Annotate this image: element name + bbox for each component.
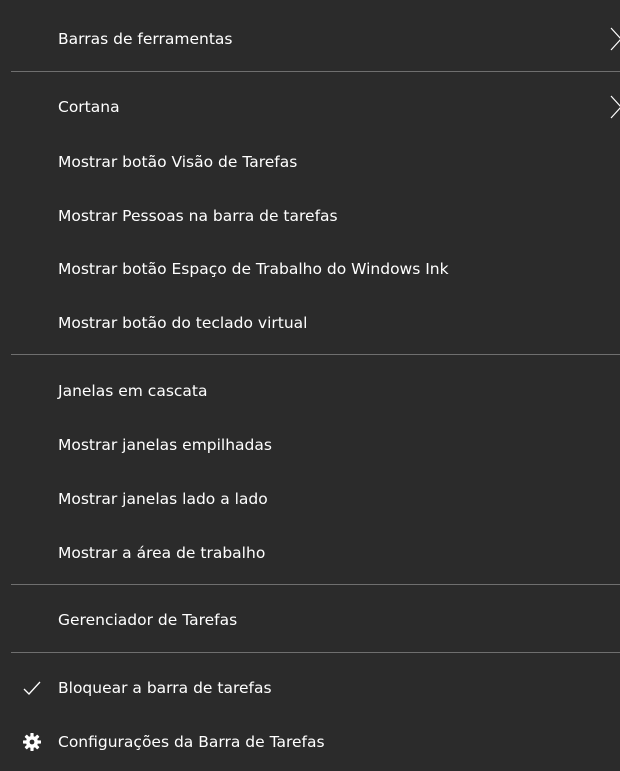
menu-item-label: Mostrar botão Espaço de Trabalho do Wind… [58, 260, 449, 278]
menu-item-cortana[interactable]: Cortana [0, 81, 620, 133]
menu-item-toolbars[interactable]: Barras de ferramentas [0, 13, 620, 65]
menu-item-label: Mostrar janelas lado a lado [58, 490, 268, 508]
menu-item-label: Configurações da Barra de Tarefas [58, 733, 325, 751]
menu-item-task-manager[interactable]: Gerenciador de Tarefas [0, 594, 620, 646]
menu-item-show-touch-keyboard-button[interactable]: Mostrar botão do teclado virtual [0, 297, 620, 349]
menu-item-label: Mostrar a área de trabalho [58, 544, 266, 562]
menu-item-label: Mostrar botão Visão de Tarefas [58, 153, 298, 171]
chevron-right-icon [610, 95, 620, 119]
menu-item-label: Mostrar botão do teclado virtual [58, 314, 308, 332]
menu-item-lock-taskbar[interactable]: Bloquear a barra de tarefas [0, 662, 620, 714]
menu-item-show-people[interactable]: Mostrar Pessoas na barra de tarefas [0, 190, 620, 242]
menu-item-show-stacked-windows[interactable]: Mostrar janelas empilhadas [0, 419, 620, 471]
menu-item-label: Mostrar janelas empilhadas [58, 436, 272, 454]
menu-item-label: Gerenciador de Tarefas [58, 611, 238, 629]
menu-item-label: Mostrar Pessoas na barra de tarefas [58, 207, 338, 225]
menu-item-label: Janelas em cascata [58, 382, 208, 400]
menu-item-label: Bloquear a barra de tarefas [58, 679, 272, 697]
menu-item-show-windows-ink-button[interactable]: Mostrar botão Espaço de Trabalho do Wind… [0, 243, 620, 295]
menu-item-show-side-by-side[interactable]: Mostrar janelas lado a lado [0, 473, 620, 525]
menu-separator [11, 652, 620, 653]
menu-item-label: Cortana [58, 98, 120, 116]
menu-item-cascade-windows[interactable]: Janelas em cascata [0, 365, 620, 417]
menu-separator [11, 584, 620, 585]
checkmark-icon [23, 681, 41, 695]
menu-item-label: Barras de ferramentas [58, 30, 233, 48]
taskbar-context-menu: Barras de ferramentas Cortana Mostrar bo… [0, 0, 620, 771]
gear-icon [23, 733, 41, 751]
menu-item-taskbar-settings[interactable]: Configurações da Barra de Tarefas [0, 716, 620, 768]
menu-separator [11, 71, 620, 72]
menu-item-show-task-view-button[interactable]: Mostrar botão Visão de Tarefas [0, 136, 620, 188]
chevron-right-icon [610, 27, 620, 51]
menu-separator [11, 354, 620, 355]
menu-item-show-desktop[interactable]: Mostrar a área de trabalho [0, 527, 620, 579]
